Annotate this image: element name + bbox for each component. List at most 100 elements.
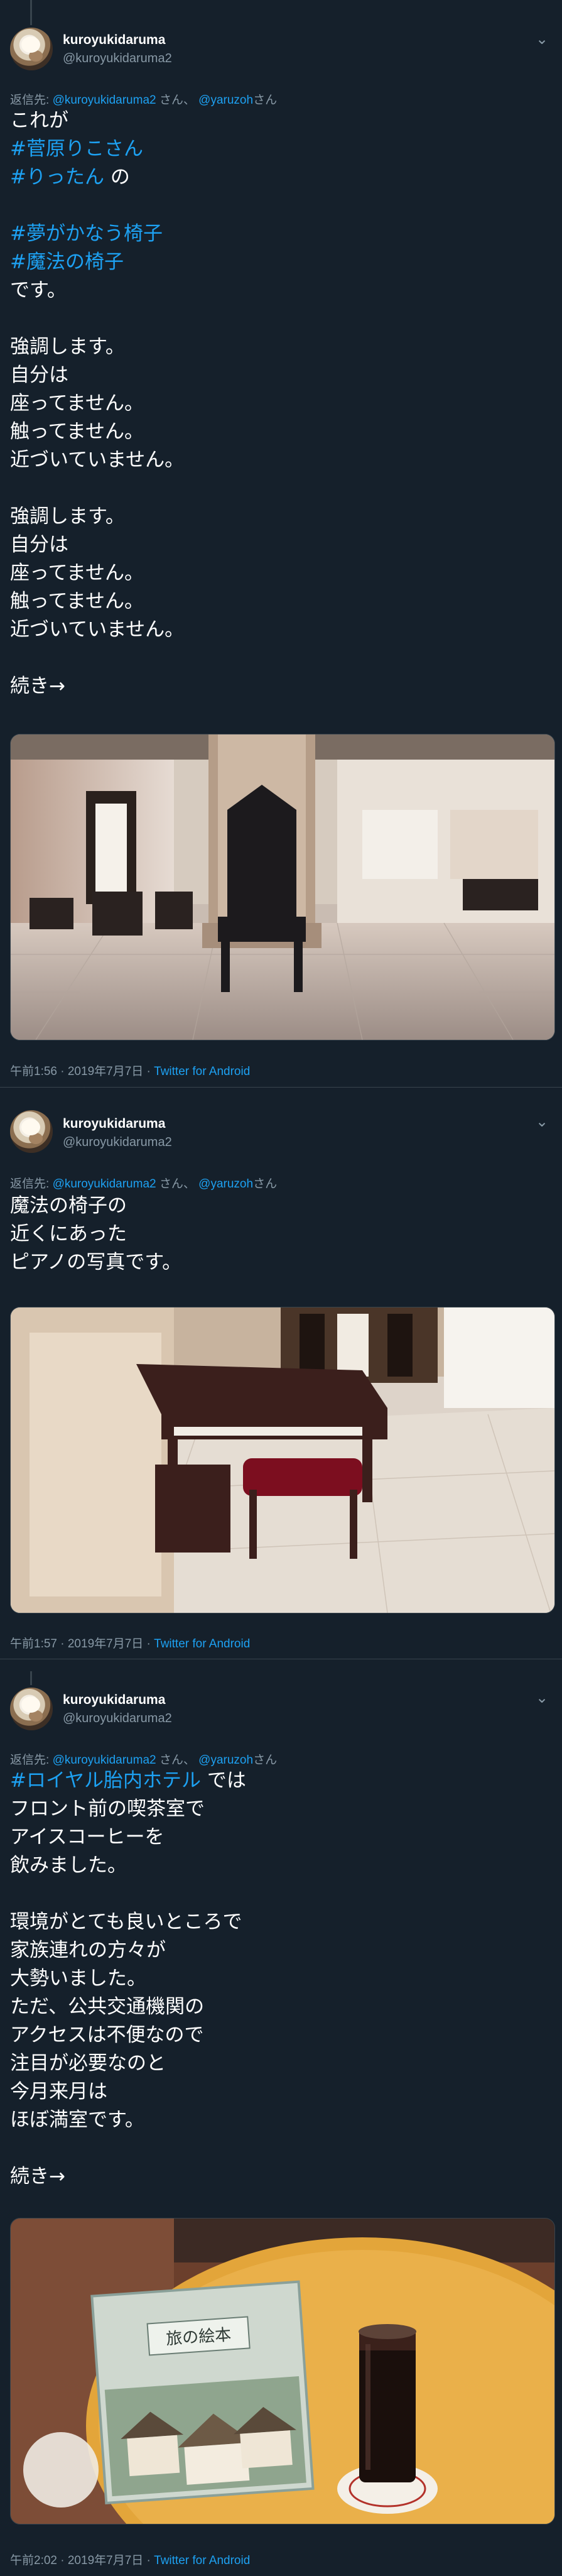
tweet-text: これが #菅原りこさん #りったん の #夢がかなう椅子 #魔法の椅子 です。強調します。… [10,107,550,701]
text-run: 近くにあった [10,1223,127,1245]
avatar[interactable] [10,1688,53,1730]
text-run: 大勢いました。 [10,1967,146,1990]
timestamp-text[interactable]: 午前1:57 · 2019年7月7日 · [10,1637,154,1651]
text-run: 続き→ [10,2165,65,2188]
source-link[interactable]: Twitter for Android [154,1637,250,1651]
hashtag-link[interactable]: #りったん [10,166,104,188]
text-line: 強調します。 [10,333,550,361]
reply-suffix: さん、 [159,1177,195,1191]
text-run: ピアノの写真です。 [10,1251,182,1274]
timestamp-text[interactable]: 午前1:56 · 2019年7月7日 · [10,1065,154,1078]
tweet-timestamp[interactable]: 午前1:56 · 2019年7月7日 · Twitter for Android [10,1062,250,1079]
tweet-text: 魔法の椅子の近くにあったピアノの写真です。 [10,1192,550,1277]
display-name[interactable]: kuroyukidaruma [63,1693,165,1708]
text-line: 環境がとても良いところで [10,1908,550,1936]
text-run: アクセスは不便なので [10,2024,204,2046]
text-line: 続き→ [10,672,550,701]
source-link[interactable]: Twitter for Android [154,2554,250,2567]
text-line: 飲みました。 [10,1852,550,1880]
text-line: 家族連れの方々が [10,1936,550,1965]
display-name[interactable]: kuroyukidaruma [63,33,165,48]
tweet-text: #ロイヤル胎内ホテル では フロント前の喫茶室で アイスコーヒーを 飲みました。 環境が… [10,1767,550,2191]
text-line: これが [10,107,550,135]
piano-photo [11,1307,554,1613]
text-line: #夢がかなう椅子 [10,220,550,248]
text-line: 魔法の椅子の [10,1192,550,1220]
chevron-down-icon[interactable]: ⌄ [533,1113,551,1130]
hashtag-link[interactable]: #菅原りこさん [10,138,143,160]
text-line: 続き→ [10,2163,550,2191]
text-run: 近づいていません。 [10,449,185,471]
chevron-down-icon[interactable]: ⌄ [533,1689,551,1706]
text-run: の [104,166,130,188]
text-line: 近くにあった [10,1220,550,1248]
text-run: 自分は [10,364,68,386]
thread-connector [30,1671,32,1685]
text-run: これが [10,109,68,132]
text-line: ほぼ満室です。 [10,2106,550,2134]
text-line [10,474,550,503]
text-line [10,2134,550,2163]
reply-suffix: さん [253,94,278,107]
mention-link[interactable]: @yaruzoh [198,1177,253,1191]
mention-link[interactable]: @yaruzoh [198,94,253,107]
tweet-1[interactable]: kuroyukidaruma @kuroyukidaruma2 ⌄ 返信先: @… [0,0,562,1096]
mention-link[interactable]: @yaruzoh [198,1754,253,1767]
text-line: #魔法の椅子 [10,248,550,276]
text-line [10,192,550,220]
text-run: です。 [10,279,67,302]
mention-link[interactable]: @kuroyukidaruma2 [53,94,156,107]
user-handle[interactable]: @kuroyukidaruma2 [63,52,172,66]
tweet-photo[interactable] [10,734,555,1040]
user-handle[interactable]: @kuroyukidaruma2 [63,1135,172,1150]
tweet-3[interactable]: kuroyukidaruma @kuroyukidaruma2 ⌄ 返信先: @… [0,1671,562,2576]
text-line: 自分は [10,531,550,559]
hashtag-link[interactable]: #魔法の椅子 [10,251,124,273]
text-line: 大勢いました。 [10,1965,550,1993]
text-line: ただ、公共交通機関の [10,1993,550,2021]
text-run: 今月来月は [10,2080,107,2103]
hashtag-link[interactable]: #夢がかなう椅子 [10,222,163,245]
text-line: 今月来月は [10,2078,550,2106]
tweet-photo[interactable]: 旅の絵本 [10,2218,555,2524]
tweet-timestamp[interactable]: 午前1:57 · 2019年7月7日 · Twitter for Android [10,1634,250,1651]
source-link[interactable]: Twitter for Android [154,1065,250,1078]
text-run: 強調します。 [10,505,125,528]
text-line: です。 [10,276,550,305]
text-run: フロント前の喫茶室で [10,1798,205,1820]
text-run: 触ってません。 [10,420,144,443]
tweet-photo[interactable] [10,1307,555,1613]
reply-prefix: 返信先: [10,94,50,107]
text-line: アイスコーヒーを [10,1823,550,1852]
reply-suffix: さん [253,1177,278,1191]
lobby-chair-photo [11,734,554,1040]
mention-link[interactable]: @kuroyukidaruma2 [53,1754,156,1767]
text-line: 座ってません。 [10,559,550,587]
text-run: 家族連れの方々が [10,1939,166,1962]
text-line: 触ってません。 [10,587,550,616]
avatar[interactable] [10,1110,53,1153]
hashtag-link[interactable]: #ロイヤル胎内ホテル [10,1769,201,1792]
chevron-down-icon[interactable]: ⌄ [533,30,551,48]
reply-suffix: さん、 [159,94,195,107]
divider [0,1087,562,1088]
text-line [10,305,550,333]
text-line: 注目が必要なのと [10,2049,550,2078]
user-handle[interactable]: @kuroyukidaruma2 [63,1711,172,1726]
avatar[interactable] [10,28,53,70]
text-line: 自分は [10,361,550,390]
text-line: ピアノの写真です。 [10,1248,550,1277]
text-run: 飲みました。 [10,1854,127,1877]
text-line: 近づいていません。 [10,616,550,644]
reply-to: 返信先: @kuroyukidaruma2 さん、 @yaruzohさん [10,90,277,107]
display-name[interactable]: kuroyukidaruma [63,1116,165,1132]
text-run: 自分は [10,533,68,556]
mention-link[interactable]: @kuroyukidaruma2 [53,1177,156,1191]
timeline: kuroyukidaruma @kuroyukidaruma2 ⌄ 返信先: @… [0,0,562,2576]
tweet-2[interactable]: kuroyukidaruma @kuroyukidaruma2 ⌄ 返信先: @… [0,1096,562,1671]
tweet-timestamp[interactable]: 午前2:02 · 2019年7月7日 · Twitter for Android [10,2551,250,2568]
reply-to: 返信先: @kuroyukidaruma2 さん、 @yaruzohさん [10,1750,277,1767]
text-run: 注目が必要なのと [10,2052,166,2075]
timestamp-text[interactable]: 午前2:02 · 2019年7月7日 · [10,2554,154,2567]
reply-suffix: さん、 [159,1754,195,1767]
